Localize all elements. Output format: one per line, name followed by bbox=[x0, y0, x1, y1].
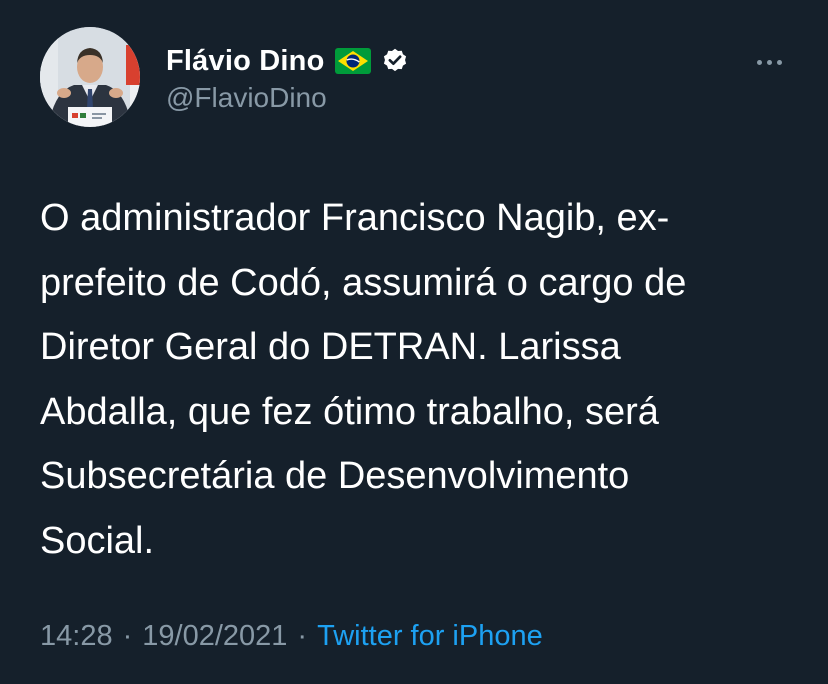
more-options-icon bbox=[756, 59, 762, 65]
author-handle[interactable]: @FlavioDino bbox=[166, 82, 327, 114]
tweet-detail: Flávio Dino @FlavioDino O administrador … bbox=[0, 0, 828, 684]
more-options-icon bbox=[776, 59, 782, 65]
tweet-text: O administrador Francisco Nagib, ex- pre… bbox=[40, 197, 687, 562]
tweet-date[interactable]: 19/02/2021 bbox=[142, 620, 287, 653]
avatar-image bbox=[40, 27, 140, 127]
more-options-button[interactable] bbox=[746, 50, 792, 74]
author-display-name[interactable]: Flávio Dino bbox=[166, 45, 325, 78]
author-name-row: Flávio Dino bbox=[166, 42, 409, 80]
brazil-flag-icon bbox=[334, 48, 371, 74]
metadata-separator: · bbox=[122, 619, 133, 652]
avatar[interactable] bbox=[40, 27, 140, 127]
more-options-icon bbox=[766, 59, 772, 65]
verified-badge-icon bbox=[381, 47, 409, 75]
tweet-source-link[interactable]: Twitter for iPhone bbox=[317, 620, 543, 653]
metadata-separator: · bbox=[297, 619, 308, 652]
tweet-metadata: 14:28 · 19/02/2021 · Twitter for iPhone bbox=[40, 614, 543, 658]
tweet-time[interactable]: 14:28 bbox=[40, 620, 113, 653]
